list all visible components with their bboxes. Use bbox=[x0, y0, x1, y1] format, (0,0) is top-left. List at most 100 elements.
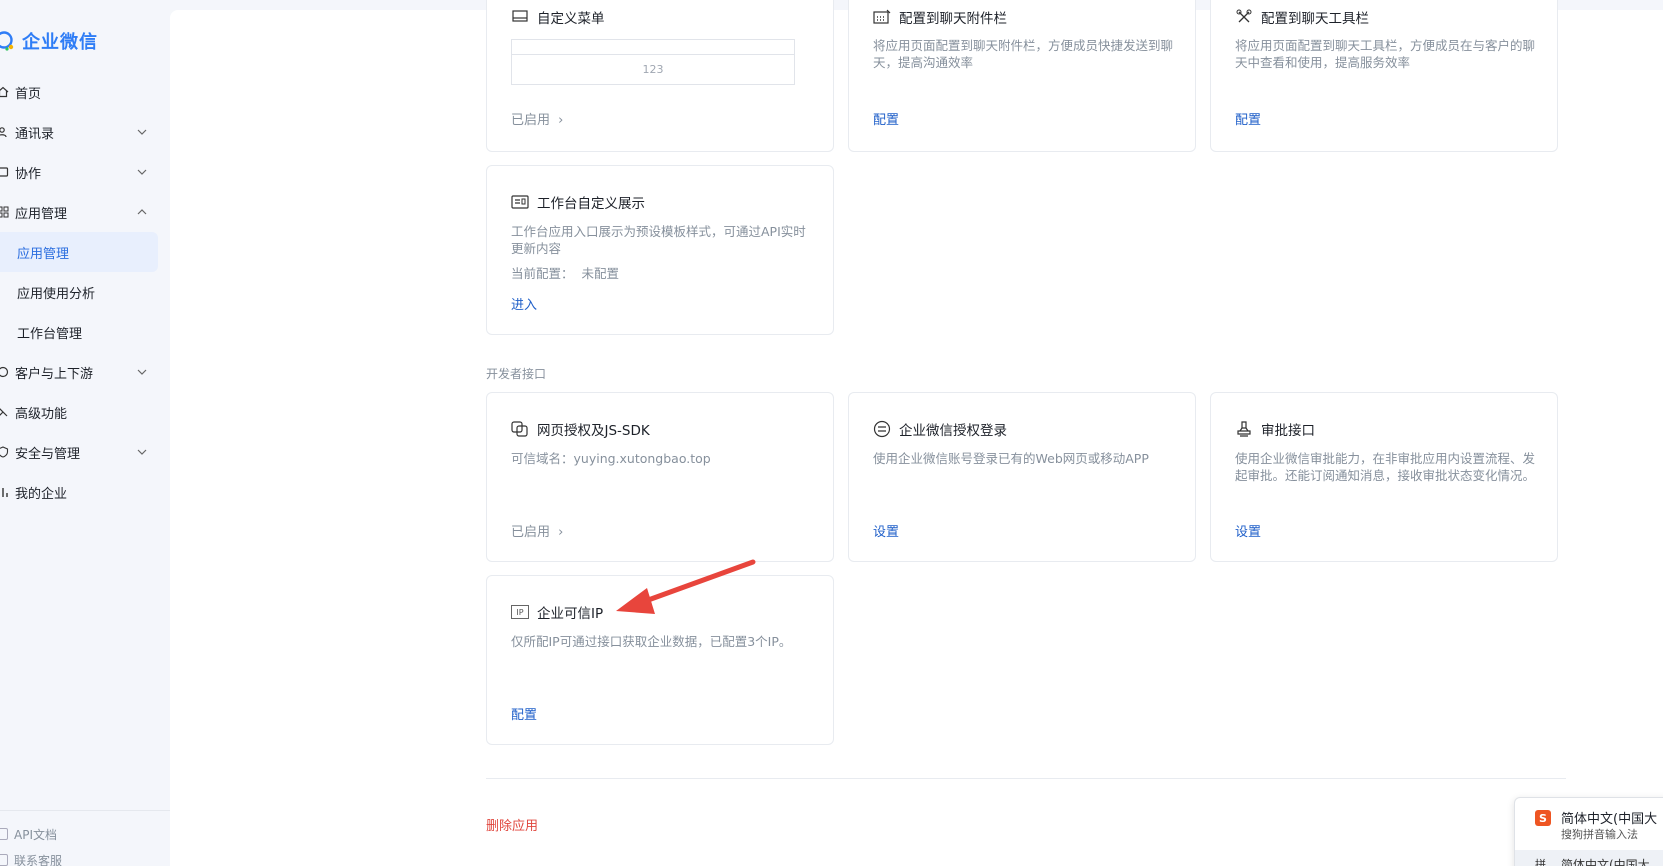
support-icon bbox=[0, 854, 8, 866]
trusted-ip-configure-link[interactable]: 配置 bbox=[511, 704, 537, 723]
card-title: IP 企业可信IP bbox=[511, 602, 603, 622]
document-icon bbox=[0, 828, 8, 840]
stamp-icon bbox=[1235, 421, 1253, 437]
card-title-text: 配置到聊天工具栏 bbox=[1261, 11, 1369, 27]
sidebar-subitem-app-management[interactable]: 应用管理 bbox=[0, 232, 158, 272]
section-developer-api: 开发者接口 bbox=[486, 367, 547, 381]
ime-popup[interactable]: S 简体中文(中国大 搜狗拼音输入法 拼 简体中文(中国大 bbox=[1514, 797, 1663, 866]
card-title: 企业微信授权登录 bbox=[873, 419, 1007, 439]
card-description: 使用企业微信审批能力，在非审批应用内设置流程、发起审批。还能订阅通知消息，接收审… bbox=[1235, 451, 1536, 483]
chat-toolbar-configure-link[interactable]: 配置 bbox=[1235, 109, 1261, 128]
card-title-text: 审批接口 bbox=[1261, 423, 1315, 439]
chevron-right-icon: › bbox=[558, 113, 564, 128]
card-trusted-ip: IP 企业可信IP 仅所配IP可通过接口获取企业数据，已配置3个IP。 配置 bbox=[486, 575, 834, 745]
card-wecom-login: 企业微信授权登录 使用企业微信账号登录已有的Web网页或移动APP 设置 bbox=[848, 392, 1196, 562]
card-approval-api: 审批接口 使用企业微信审批能力，在非审批应用内设置流程、发起审批。还能订阅通知消… bbox=[1210, 392, 1558, 562]
sidebar-item-label: 应用管理 bbox=[17, 246, 70, 262]
card-description: 可信域名：yuying.xutongbao.top bbox=[511, 451, 711, 466]
menu-preview: 123 bbox=[511, 39, 795, 85]
chevron-down-icon bbox=[137, 449, 147, 455]
sidebar: 企业微信 首页 通讯录 协作 应用管理 应用管理 应用使用分析 工作台管理 客户… bbox=[0, 0, 170, 866]
sidebar-link-contact-support[interactable]: 联系客服 bbox=[0, 847, 170, 866]
status-text: 已启用 bbox=[511, 113, 551, 128]
card-title: 网页授权及JS-SDK bbox=[511, 419, 650, 439]
sidebar-item-app-management[interactable]: 应用管理 bbox=[0, 192, 170, 232]
sidebar-item-advanced[interactable]: 高级功能 bbox=[0, 392, 170, 432]
chevron-right-icon: › bbox=[558, 525, 564, 540]
menu-icon bbox=[511, 9, 529, 25]
ip-icon-text: IP bbox=[516, 607, 524, 617]
card-description: 将应用页面配置到聊天工具栏，方便成员在与客户的聊天中查看和使用，提高服务效率 bbox=[1235, 38, 1536, 70]
wecom-login-settings-link[interactable]: 设置 bbox=[873, 521, 899, 540]
sidebar-item-label: 安全与管理 bbox=[15, 446, 81, 462]
shield-icon bbox=[0, 445, 10, 459]
sidebar-nav: 首页 通讯录 协作 应用管理 应用管理 应用使用分析 工作台管理 客户与上下游 … bbox=[0, 72, 170, 512]
sidebar-item-my-company[interactable]: 我的企业 bbox=[0, 472, 170, 512]
web-auth-icon bbox=[511, 421, 529, 437]
sidebar-item-customers[interactable]: 客户与上下游 bbox=[0, 352, 170, 392]
sidebar-subitem-workbench-management[interactable]: 工作台管理 bbox=[0, 312, 170, 352]
sidebar-item-collaboration[interactable]: 协作 bbox=[0, 152, 170, 192]
sidebar-item-label: 客户与上下游 bbox=[15, 366, 94, 382]
web-auth-status-link[interactable]: 已启用 › bbox=[511, 521, 563, 540]
customer-icon bbox=[0, 365, 10, 379]
card-title-text: 工作台自定义展示 bbox=[537, 196, 645, 212]
sidebar-item-label: 协作 bbox=[15, 166, 42, 182]
company-chart-icon bbox=[0, 485, 10, 499]
workbench-card-icon bbox=[511, 194, 529, 210]
current-config: 当前配置： 未配置 bbox=[511, 265, 811, 282]
card-description: 将应用页面配置到聊天附件栏，方便成员快捷发送到聊天，提高沟通效率 bbox=[873, 38, 1174, 70]
ime-subtitle: 搜狗拼音输入法 bbox=[1561, 828, 1638, 841]
ime-second-option[interactable]: 拼 简体中文(中国大 bbox=[1515, 850, 1663, 866]
sidebar-item-contacts[interactable]: 通讯录 bbox=[0, 112, 170, 152]
workbench-enter-link[interactable]: 进入 bbox=[511, 294, 537, 313]
card-title-text: 自定义菜单 bbox=[537, 11, 605, 27]
sidebar-item-label: 工作台管理 bbox=[17, 326, 83, 342]
card-title-text: 网页授权及JS-SDK bbox=[537, 423, 650, 439]
ime-second-prefix: 拼 bbox=[1535, 858, 1546, 866]
logo[interactable]: 企业微信 bbox=[0, 28, 98, 54]
card-title-text: 企业微信授权登录 bbox=[899, 423, 1007, 439]
sidebar-footer: API文档 联系客服 bbox=[0, 810, 170, 866]
sidebar-item-home[interactable]: 首页 bbox=[0, 72, 170, 112]
approval-settings-link[interactable]: 设置 bbox=[1235, 521, 1261, 540]
ime-second-title: 简体中文(中国大 bbox=[1561, 858, 1650, 866]
advanced-icon bbox=[0, 405, 10, 419]
sidebar-item-label: 我的企业 bbox=[15, 486, 68, 502]
ip-icon: IP bbox=[511, 605, 529, 619]
attachment-grid-icon bbox=[873, 9, 891, 25]
sidebar-item-label: 应用管理 bbox=[15, 206, 68, 222]
card-title: 自定义菜单 bbox=[511, 7, 605, 27]
custom-menu-status-link[interactable]: 已启用 › bbox=[511, 109, 563, 128]
card-title-text: 配置到聊天附件栏 bbox=[899, 11, 1007, 27]
card-title: 配置到聊天工具栏 bbox=[1235, 7, 1369, 27]
chevron-down-icon bbox=[137, 129, 147, 135]
ime-title: 简体中文(中国大 bbox=[1561, 812, 1658, 827]
sidebar-item-label: 首页 bbox=[15, 86, 42, 102]
card-web-auth-jssdk: 网页授权及JS-SDK 可信域名：yuying.xutongbao.top 已启… bbox=[486, 392, 834, 562]
login-icon bbox=[873, 420, 891, 438]
chevron-down-icon bbox=[137, 369, 147, 375]
sidebar-item-security[interactable]: 安全与管理 bbox=[0, 432, 170, 472]
menu-preview-bar: 123 bbox=[512, 54, 794, 84]
sidebar-link-api-docs[interactable]: API文档 bbox=[0, 821, 170, 847]
delete-app-button[interactable]: 删除应用 bbox=[486, 815, 538, 834]
sidebar-subitem-app-usage-analysis[interactable]: 应用使用分析 bbox=[0, 272, 170, 312]
card-title: 配置到聊天附件栏 bbox=[873, 7, 1007, 27]
chat-attachment-configure-link[interactable]: 配置 bbox=[873, 109, 899, 128]
card-chat-attachment: 配置到聊天附件栏 将应用页面配置到聊天附件栏，方便成员快捷发送到聊天，提高沟通效… bbox=[848, 0, 1196, 152]
status-text: 已启用 bbox=[511, 525, 551, 540]
sogou-ime-icon: S bbox=[1535, 810, 1551, 826]
card-title: 工作台自定义展示 bbox=[511, 192, 645, 212]
chevron-up-icon bbox=[137, 209, 147, 215]
collaboration-icon bbox=[0, 165, 10, 179]
chevron-down-icon bbox=[137, 169, 147, 175]
home-icon bbox=[0, 85, 10, 99]
sidebar-footer-label: 联系客服 bbox=[14, 853, 63, 866]
bottom-divider bbox=[486, 778, 1566, 779]
current-config-value: 未配置 bbox=[581, 266, 620, 281]
card-description: 工作台应用入口展示为预设模板样式，可通过API实时更新内容 bbox=[511, 224, 806, 256]
card-chat-toolbar: 配置到聊天工具栏 将应用页面配置到聊天工具栏，方便成员在与客户的聊天中查看和使用… bbox=[1210, 0, 1558, 152]
card-workbench-display: 工作台自定义展示 工作台应用入口展示为预设模板样式，可通过API实时更新内容 当… bbox=[486, 165, 834, 335]
contacts-icon bbox=[0, 125, 10, 139]
